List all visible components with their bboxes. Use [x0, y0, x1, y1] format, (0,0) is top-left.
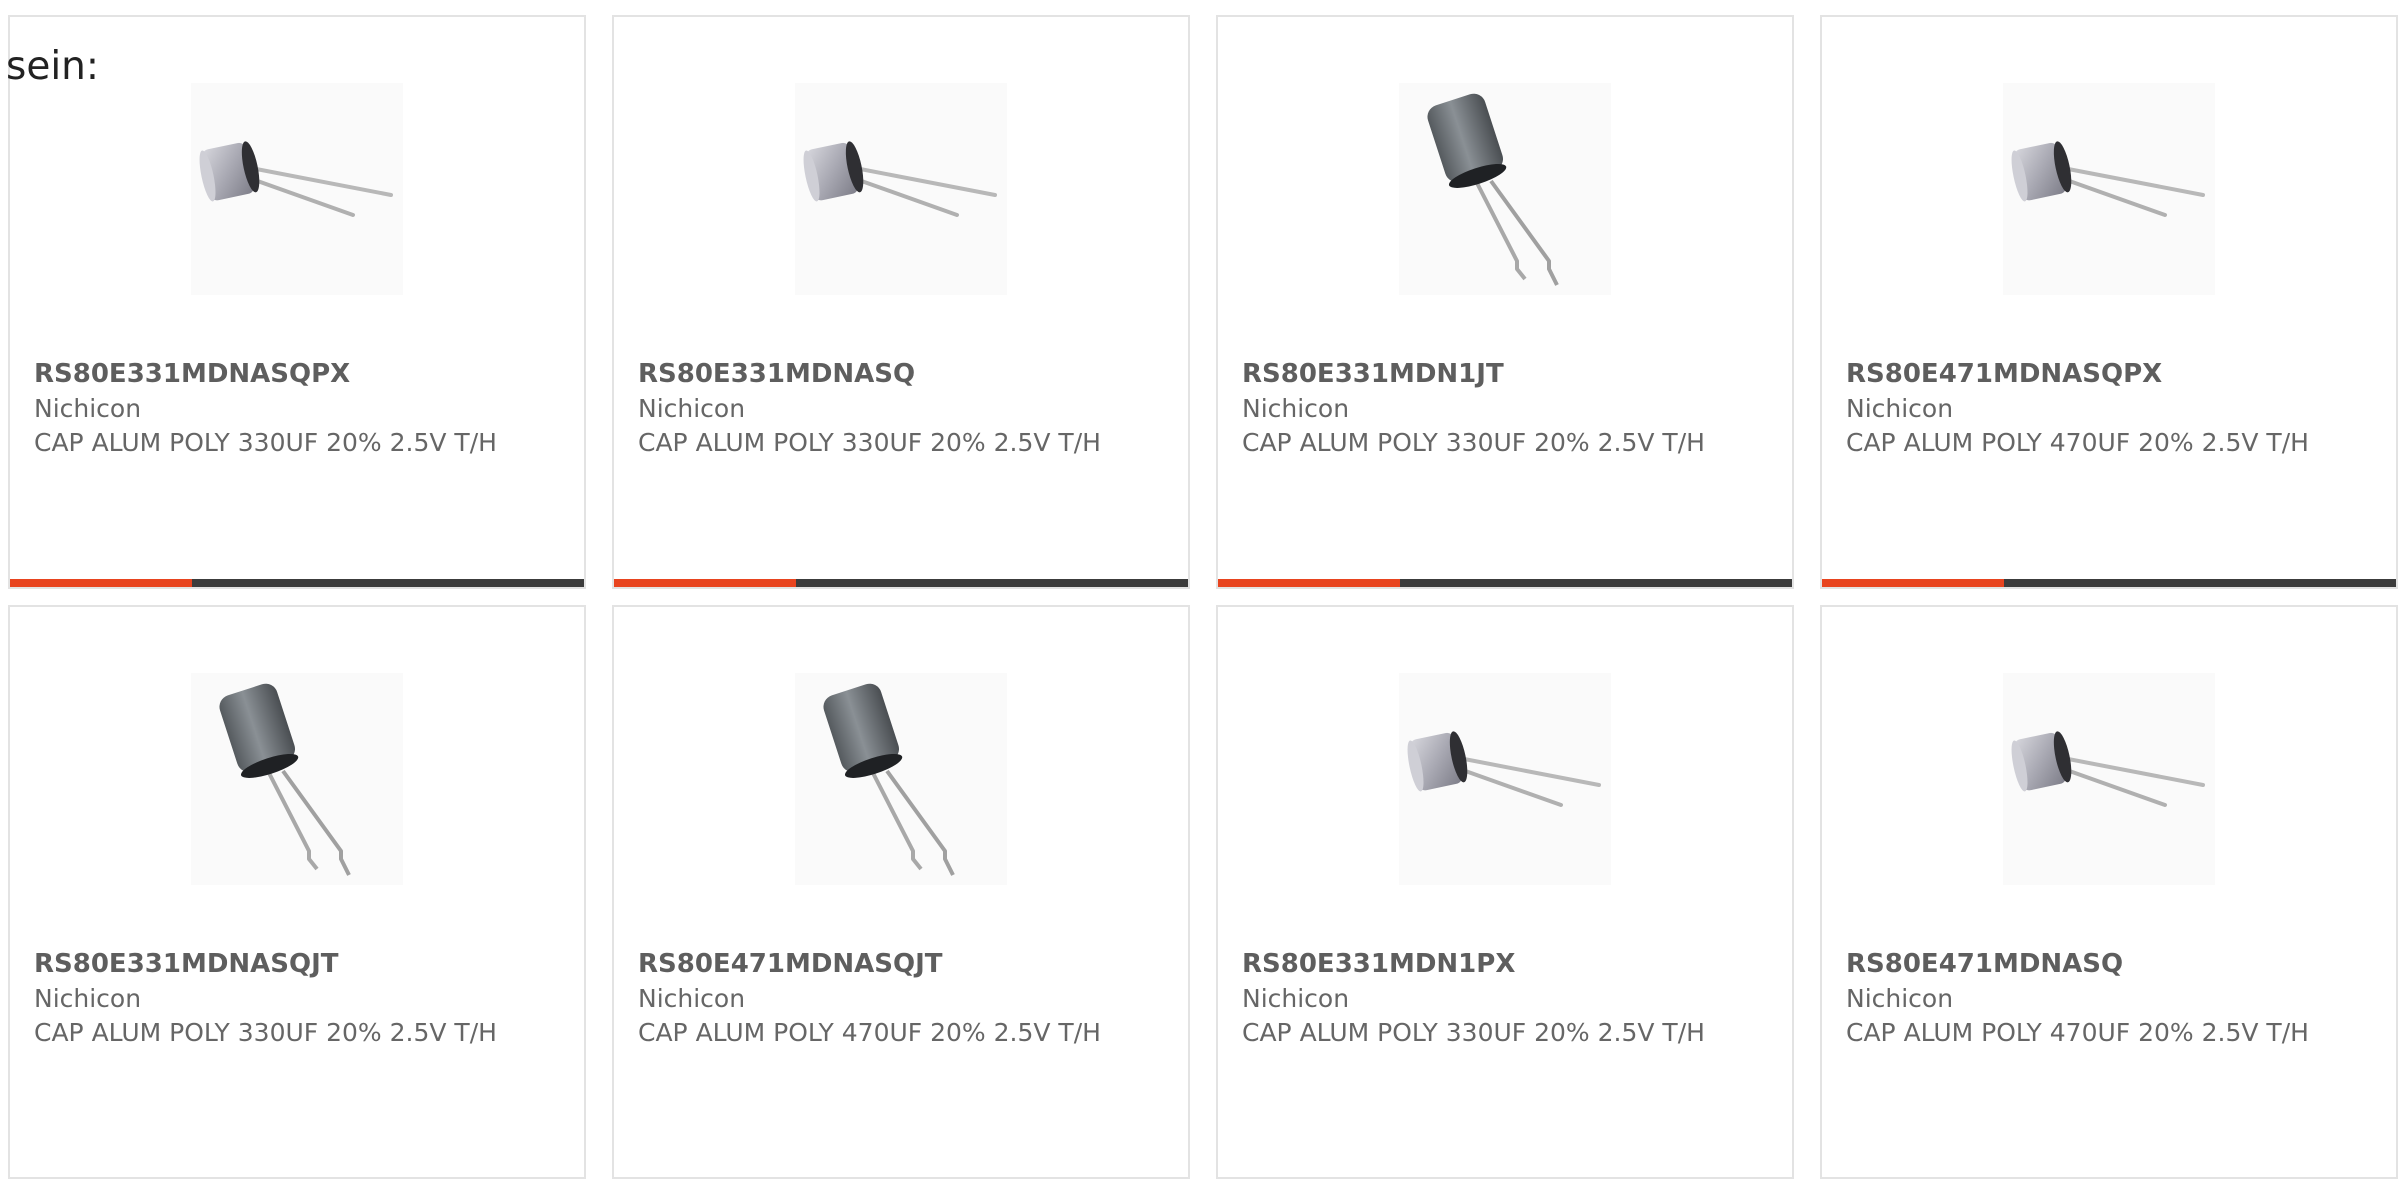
product-card[interactable]: RS80E471MDNASQPX Nichicon CAP ALUM POLY 47…: [1820, 15, 2398, 589]
product-info: RS80E471MDNASQPX Nichicon CAP ALUM POLY 47…: [1846, 357, 2378, 460]
product-description: CAP ALUM POLY 470UF 20% 2.5V T/H: [638, 1018, 1101, 1047]
card-progress-bar: [10, 579, 584, 587]
manufacturer-name: Nichicon: [34, 984, 142, 1013]
intro-text: sein:: [6, 44, 100, 89]
manufacturer-name: Nichicon: [638, 984, 746, 1013]
product-description: CAP ALUM POLY 330UF 20% 2.5V T/H: [34, 1018, 497, 1047]
product-card[interactable]: RS80E331MDNASQJT Nichicon CAP ALUM POLY 33…: [8, 605, 586, 1179]
product-description: CAP ALUM POLY 330UF 20% 2.5V T/H: [638, 428, 1101, 457]
product-card[interactable]: RS80E471MDNASQ Nichicon CAP ALUM POLY 470U…: [1820, 605, 2398, 1179]
manufacturer-name: Nichicon: [638, 394, 746, 423]
product-info: RS80E331MDNASQ Nichicon CAP ALUM POLY 330U…: [638, 357, 1170, 460]
card-progress-bar: [1822, 579, 2396, 587]
capacitor-horizontal-silver-icon[interactable]: [795, 83, 1007, 295]
product-info: RS80E331MDNASQJT Nichicon CAP ALUM POLY 33…: [34, 947, 566, 1050]
card-progress-accent: [614, 579, 796, 587]
part-number-link[interactable]: RS80E331MDNASQ: [638, 357, 1170, 392]
part-number-link[interactable]: RS80E331MDN1JT: [1242, 357, 1774, 392]
capacitor-vertical-dark-icon[interactable]: [795, 673, 1007, 885]
card-progress-bar: [614, 579, 1188, 587]
product-info: RS80E331MDNASQPX Nichicon CAP ALUM POLY 33…: [34, 357, 566, 460]
product-info: RS80E331MDN1PX Nichicon CAP ALUM POLY 330U…: [1242, 947, 1774, 1050]
product-description: CAP ALUM POLY 470UF 20% 2.5V T/H: [1846, 428, 2309, 457]
product-card[interactable]: RS80E331MDN1PX Nichicon CAP ALUM POLY 330U…: [1216, 605, 1794, 1179]
product-description: CAP ALUM POLY 330UF 20% 2.5V T/H: [1242, 428, 1705, 457]
card-progress-accent: [1822, 579, 2004, 587]
part-number-link[interactable]: RS80E471MDNASQ: [1846, 947, 2378, 982]
card-progress-accent: [10, 579, 192, 587]
part-number-link[interactable]: RS80E331MDNASQPX: [34, 357, 566, 392]
product-card[interactable]: RS80E331MDN1JT Nichicon CAP ALUM POLY 330U…: [1216, 15, 1794, 589]
product-info: RS80E331MDN1JT Nichicon CAP ALUM POLY 330U…: [1242, 357, 1774, 460]
capacitor-vertical-dark-icon[interactable]: [191, 673, 403, 885]
capacitor-horizontal-silver-icon[interactable]: [191, 83, 403, 295]
card-progress-accent: [1218, 579, 1400, 587]
product-card[interactable]: RS80E331MDNASQ Nichicon CAP ALUM POLY 330U…: [612, 15, 1190, 589]
manufacturer-name: Nichicon: [1846, 394, 1954, 423]
product-description: CAP ALUM POLY 330UF 20% 2.5V T/H: [1242, 1018, 1705, 1047]
capacitor-vertical-dark-icon[interactable]: [1399, 83, 1611, 295]
product-grid: RS80E331MDNASQPX Nichicon CAP ALUM POLY 33…: [8, 15, 2398, 1179]
product-description: CAP ALUM POLY 330UF 20% 2.5V T/H: [34, 428, 497, 457]
capacitor-horizontal-silver-icon[interactable]: [2003, 673, 2215, 885]
product-card[interactable]: RS80E331MDNASQPX Nichicon CAP ALUM POLY 33…: [8, 15, 586, 589]
product-description: CAP ALUM POLY 470UF 20% 2.5V T/H: [1846, 1018, 2309, 1047]
manufacturer-name: Nichicon: [1242, 394, 1350, 423]
part-number-link[interactable]: RS80E471MDNASQPX: [1846, 357, 2378, 392]
part-number-link[interactable]: RS80E331MDNASQJT: [34, 947, 566, 982]
product-card[interactable]: RS80E471MDNASQJT Nichicon CAP ALUM POLY 47…: [612, 605, 1190, 1179]
manufacturer-name: Nichicon: [1846, 984, 1954, 1013]
manufacturer-name: Nichicon: [1242, 984, 1350, 1013]
product-info: RS80E471MDNASQJT Nichicon CAP ALUM POLY 47…: [638, 947, 1170, 1050]
part-number-link[interactable]: RS80E331MDN1PX: [1242, 947, 1774, 982]
card-progress-bar: [1218, 579, 1792, 587]
part-number-link[interactable]: RS80E471MDNASQJT: [638, 947, 1170, 982]
capacitor-horizontal-silver-icon[interactable]: [2003, 83, 2215, 295]
manufacturer-name: Nichicon: [34, 394, 142, 423]
product-info: RS80E471MDNASQ Nichicon CAP ALUM POLY 470U…: [1846, 947, 2378, 1050]
capacitor-horizontal-silver-icon[interactable]: [1399, 673, 1611, 885]
